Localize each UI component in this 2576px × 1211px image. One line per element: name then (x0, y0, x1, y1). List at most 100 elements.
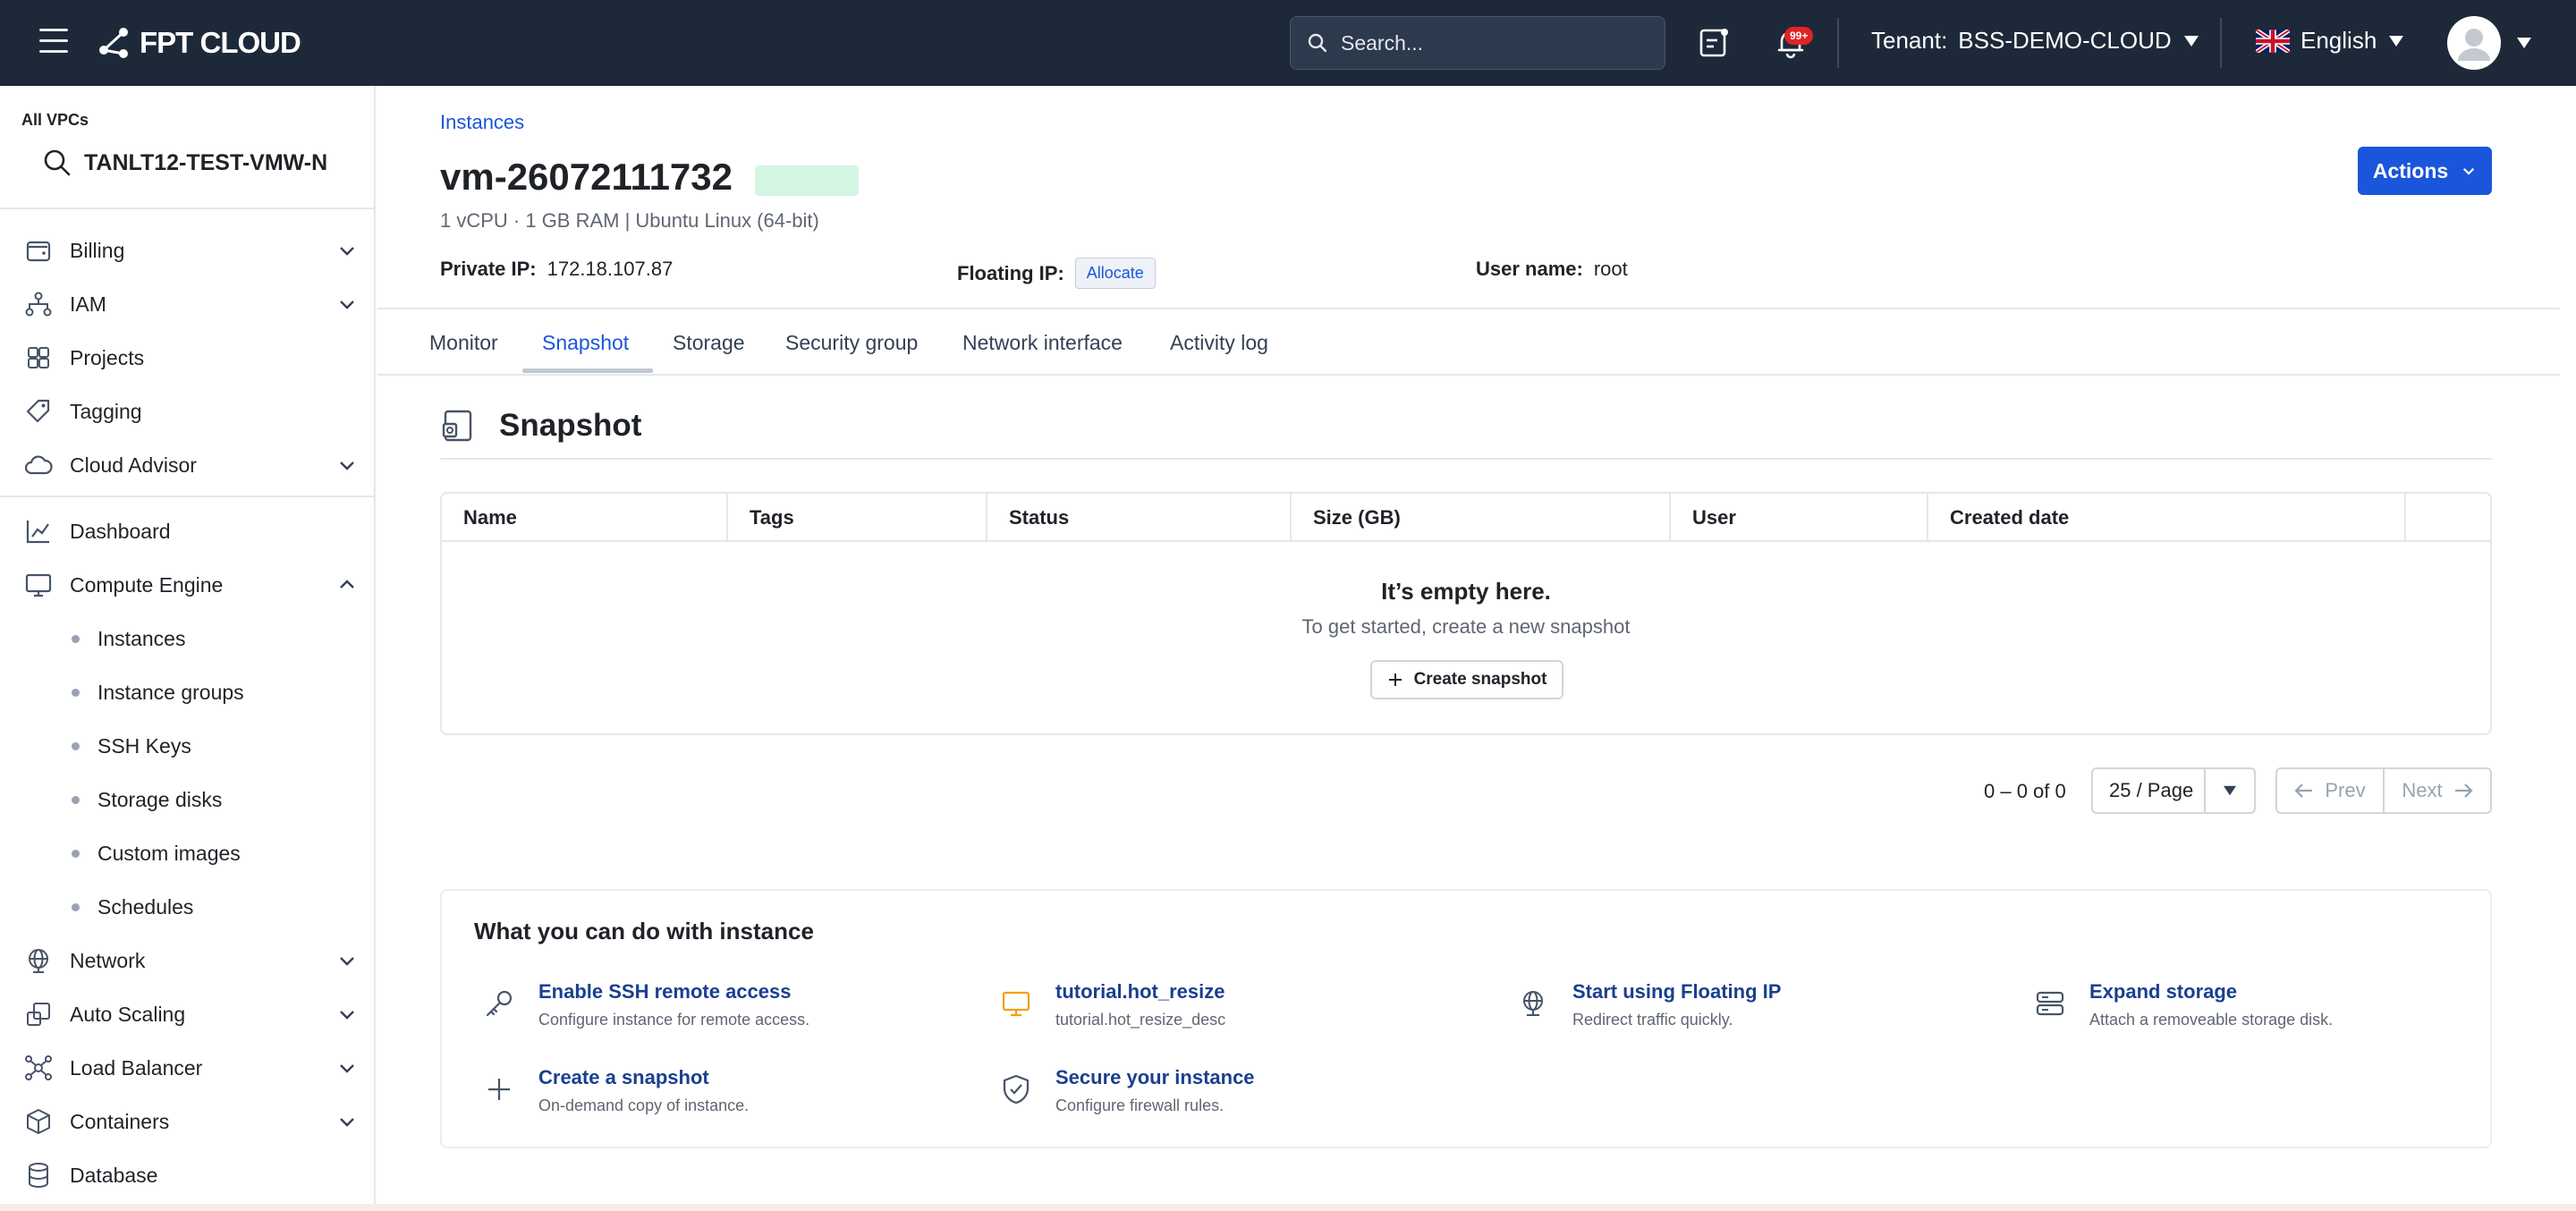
private-ip-label: Private IP: (440, 258, 537, 280)
sidebar-subitem-instances[interactable]: Instances (72, 616, 185, 661)
bullet (72, 688, 80, 697)
page-size-value: 25 / Page (2109, 779, 2194, 801)
chart-icon (26, 521, 49, 544)
private-ip-value: 172.18.107.87 (547, 258, 674, 280)
sidebar-item-auto-scaling[interactable]: Auto Scaling (21, 987, 358, 1041)
tab-network-interface[interactable]: Network interface (962, 331, 1123, 355)
search-input[interactable] (1341, 30, 1645, 55)
user-name-value: root (1593, 258, 1628, 280)
sidebar-item-cloud-advisor[interactable]: Cloud Advisor (21, 438, 358, 492)
column-header-size[interactable]: Size (GB) (1292, 494, 1671, 542)
sidebar-item-label: Dashboard (70, 519, 171, 543)
sidebar-subitem-instance-groups[interactable]: Instance groups (72, 670, 244, 715)
sidebar-subitem-label: Custom images (97, 841, 241, 865)
sidebar-item-containers[interactable]: Containers (21, 1095, 358, 1148)
prev-page-button[interactable]: Prev (2277, 769, 2385, 812)
search-icon (1308, 33, 1327, 53)
guide-item-expand-storage[interactable]: Expand storage Attach a removeable storag… (2032, 980, 2333, 1029)
sidebar-item-network[interactable]: Network (21, 934, 358, 987)
sidebar-subitem-ssh-keys[interactable]: SSH Keys (72, 724, 191, 768)
tab-snapshot[interactable]: Snapshot (542, 331, 629, 355)
sidebar-item-load-balancer[interactable]: Load Balancer (21, 1041, 358, 1095)
hamburger-menu-icon[interactable] (39, 29, 68, 55)
bullet (72, 849, 80, 858)
sidebar-item-database[interactable]: Database (21, 1148, 358, 1202)
sidebar-subitem-label: Instance groups (97, 680, 244, 704)
create-snapshot-label: Create snapshot (1413, 670, 1547, 689)
actions-button[interactable]: Actions (2358, 147, 2492, 195)
instance-guide-panel: What you can do with instance Enable SSH… (440, 889, 2492, 1148)
column-header-user[interactable]: User (1671, 494, 1928, 542)
guide-item-desc: Redirect traffic quickly. (1572, 1011, 1733, 1029)
guide-item-secure-instance[interactable]: Secure your instance Configure firewall r… (998, 1066, 1255, 1115)
sidebar-subitem-schedules[interactable]: Schedules (72, 885, 193, 929)
breadcrumb-instances[interactable]: Instances (440, 111, 524, 134)
sidebar-item-label: Billing (70, 238, 125, 262)
pagination-nav: Prev Next (2275, 767, 2492, 814)
sidebar-item-label: Projects (70, 345, 145, 369)
column-header-name[interactable]: Name (442, 494, 728, 542)
org-chart-icon (25, 292, 52, 317)
tenant-label: Tenant: (1871, 27, 1948, 54)
section-divider (440, 458, 2492, 460)
next-label: Next (2402, 779, 2443, 801)
language-selector[interactable]: English (2256, 27, 2405, 55)
fpt-cloud-logo[interactable]: FPT CLOUD (97, 23, 301, 63)
caret-down-icon[interactable] (2515, 36, 2533, 50)
tab-activity-log[interactable]: Activity log (1170, 331, 1268, 355)
tasks-icon[interactable] (1696, 25, 1732, 61)
guide-item-title: Expand storage (2089, 980, 2238, 1003)
guide-item-floating-ip[interactable]: Start using Floating IP Redirect traffic … (1515, 980, 1781, 1029)
tag-icon (26, 399, 50, 423)
guide-item-title: Start using Floating IP (1572, 980, 1782, 1003)
monitor-icon (25, 573, 52, 597)
scaling-icon (27, 1003, 50, 1026)
sidebar-subitem-storage-disks[interactable]: Storage disks (72, 777, 222, 822)
sidebar-item-label: Auto Scaling (70, 1002, 186, 1026)
projects-icon (28, 347, 49, 368)
chevron-down-icon (340, 247, 354, 256)
chevron-down-icon (340, 462, 354, 470)
sidebar-subitem-custom-images[interactable]: Custom images (72, 831, 241, 876)
sidebar-item-label: Database (70, 1163, 158, 1187)
chevron-down-icon (340, 1118, 354, 1127)
vpc-current: TANLT12-TEST-VMW-N (84, 149, 328, 175)
sidebar-divider (0, 495, 376, 497)
sidebar-item-iam[interactable]: IAM (21, 277, 358, 331)
chevron-down-icon (340, 301, 354, 309)
sidebar-item-compute-engine[interactable]: Compute Engine (21, 558, 358, 612)
guide-item-create-snapshot[interactable]: Create a snapshot On-demand copy of insta… (481, 1066, 749, 1115)
global-search[interactable] (1290, 16, 1665, 70)
next-page-button[interactable]: Next (2385, 769, 2490, 812)
sidebar-subitem-label: Storage disks (97, 787, 223, 811)
guide-item-ssh[interactable]: Enable SSH remote access Configure instan… (481, 980, 809, 1029)
monitor-icon (1002, 991, 1030, 1017)
tab-monitor[interactable]: Monitor (429, 331, 498, 355)
user-avatar[interactable] (2447, 16, 2501, 70)
sidebar-item-billing[interactable]: Billing (21, 224, 358, 277)
caret-down-icon (2389, 35, 2404, 47)
sidebar-item-tagging[interactable]: Tagging (21, 385, 358, 438)
create-snapshot-button[interactable]: Create snapshot (1370, 660, 1563, 699)
tenant-selector[interactable]: Tenant: BSS-DEMO-CLOUD (1871, 27, 2200, 55)
tabs-divider (377, 374, 2560, 376)
arrow-left-icon (2294, 783, 2313, 798)
chevron-down-icon (2463, 167, 2475, 175)
tab-security-group[interactable]: Security group (785, 331, 918, 355)
snapshot-table: Name Tags Status Size (GB) User Created … (440, 492, 2492, 735)
column-header-tags[interactable]: Tags (728, 494, 987, 542)
shield-icon (1003, 1074, 1030, 1105)
guide-item-title: Create a snapshot (538, 1066, 709, 1088)
tab-storage[interactable]: Storage (673, 331, 745, 355)
page-size-select[interactable]: 25 / Page (2091, 767, 2256, 814)
sidebar: All VPCs TANLT12-TEST-VMW-N Billing IAM … (0, 86, 376, 1211)
container-icon (27, 1109, 50, 1134)
column-header-created-date[interactable]: Created date (1928, 494, 2406, 542)
sidebar-item-projects[interactable]: Projects (21, 331, 358, 385)
column-header-status[interactable]: Status (987, 494, 1292, 542)
allocate-button[interactable]: Allocate (1074, 258, 1156, 289)
sidebar-item-dashboard[interactable]: Dashboard (21, 504, 358, 558)
load-balancer-icon (25, 1055, 52, 1080)
guide-item-hot-resize[interactable]: tutorial.hot_resize tutorial.hot_resize_d… (998, 980, 1225, 1029)
vpc-selector[interactable]: TANLT12-TEST-VMW-N (43, 148, 327, 177)
